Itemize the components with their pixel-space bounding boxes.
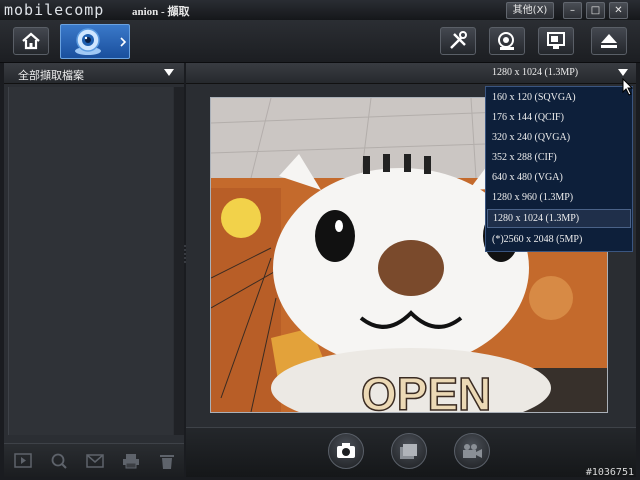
sidebar-scrollbar[interactable] bbox=[174, 87, 184, 435]
multi-shot-button[interactable] bbox=[391, 433, 427, 469]
webcam-settings-icon bbox=[498, 32, 514, 50]
slideshow-button[interactable] bbox=[14, 452, 32, 470]
resolution-dropdown-icon[interactable] bbox=[618, 69, 628, 77]
tools-button[interactable] bbox=[440, 27, 476, 55]
home-icon bbox=[22, 32, 40, 50]
resolution-option[interactable]: 176 x 144 (QCIF) bbox=[487, 108, 631, 127]
other-menu-button[interactable]: 其他(X) bbox=[506, 2, 554, 19]
resolution-option[interactable]: 640 x 480 (VGA) bbox=[487, 168, 631, 187]
tools-icon bbox=[450, 31, 467, 49]
print-button[interactable] bbox=[122, 452, 140, 470]
sidebar-footer bbox=[4, 443, 184, 477]
minimize-button[interactable]: – bbox=[563, 2, 582, 19]
trash-icon bbox=[160, 454, 174, 469]
record-video-button[interactable] bbox=[454, 433, 490, 469]
app-logo: mobilecomp bbox=[4, 1, 105, 19]
email-icon bbox=[86, 454, 104, 468]
watermark: #1036751 bbox=[585, 467, 634, 478]
home-button[interactable] bbox=[13, 27, 49, 55]
resolution-option[interactable]: 352 x 288 (CIF) bbox=[487, 148, 631, 167]
video-icon bbox=[463, 444, 482, 458]
preview-sign-text: OPEN bbox=[361, 368, 491, 412]
resolution-option[interactable]: 1280 x 960 (1.3MP) bbox=[487, 188, 631, 207]
close-button[interactable]: ✕ bbox=[609, 2, 628, 19]
search-icon bbox=[51, 453, 67, 469]
resolution-option[interactable]: 320 x 240 (QVGA) bbox=[487, 128, 631, 147]
monitor-icon bbox=[547, 32, 565, 49]
sidebar-header[interactable]: 全部擷取檔案 bbox=[4, 63, 184, 84]
resolution-option-selected[interactable]: 1280 x 1024 (1.3MP) bbox=[487, 209, 631, 228]
sidebar-title: 全部擷取檔案 bbox=[18, 69, 84, 82]
toolbar bbox=[0, 20, 640, 63]
multi-shot-icon bbox=[400, 444, 417, 459]
eject-button[interactable] bbox=[591, 27, 627, 55]
maximize-button[interactable]: □ bbox=[586, 2, 605, 19]
trash-button[interactable] bbox=[158, 452, 176, 470]
sidebar: 全部擷取檔案 bbox=[4, 63, 184, 477]
tab-capture[interactable] bbox=[60, 24, 130, 59]
capture-file-list[interactable] bbox=[8, 87, 173, 435]
mouse-cursor-icon bbox=[622, 78, 634, 96]
capture-action-bar bbox=[186, 427, 636, 477]
camera-icon bbox=[337, 443, 355, 458]
resolution-selected[interactable]: 1280 x 1024 (1.3MP) bbox=[492, 67, 578, 78]
chevron-down-icon[interactable] bbox=[164, 69, 174, 77]
title-bar: mobilecomp anion - 擷取 其他(X) – □ ✕ bbox=[0, 0, 640, 20]
screen-button[interactable] bbox=[538, 27, 574, 55]
webcam-settings-button[interactable] bbox=[489, 27, 525, 55]
resolution-dropdown-menu: 160 x 120 (SQVGA) 176 x 144 (QCIF) 320 x… bbox=[485, 86, 633, 252]
email-button[interactable] bbox=[86, 452, 104, 470]
print-icon bbox=[123, 454, 139, 469]
window-title: anion - 擷取 bbox=[132, 6, 190, 18]
slideshow-icon bbox=[14, 453, 32, 468]
resolution-option[interactable]: (*)2560 x 2048 (5MP) bbox=[487, 230, 631, 249]
eject-icon bbox=[601, 34, 617, 48]
resolution-option[interactable]: 160 x 120 (SQVGA) bbox=[487, 88, 631, 107]
resolution-bar[interactable]: 1280 x 1024 (1.3MP) bbox=[186, 63, 636, 84]
search-button[interactable] bbox=[50, 452, 68, 470]
webcam-icon bbox=[75, 28, 127, 55]
take-photo-button[interactable] bbox=[328, 433, 364, 469]
